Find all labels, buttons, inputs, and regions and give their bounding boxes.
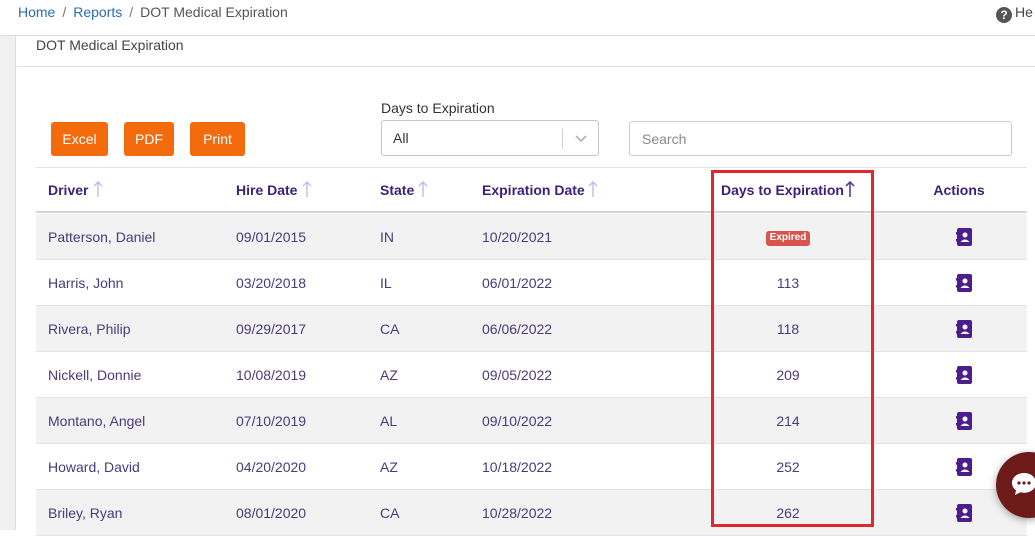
cell-hire-date: 04/20/2020 (236, 459, 307, 475)
days-filter-label: Days to Expiration (381, 100, 495, 116)
panel-title: DOT Medical Expiration (36, 37, 184, 53)
days-filter-value: All (393, 130, 409, 146)
cell-driver: Nickell, Donnie (48, 367, 142, 383)
table-row: Rivera, Philip 09/29/2017 CA 06/06/2022 … (36, 306, 1027, 352)
select-divider (562, 129, 563, 149)
contact-card-icon[interactable] (956, 504, 972, 522)
cell-expiration-date: 09/10/2022 (482, 413, 553, 429)
cell-expiration-date: 06/06/2022 (482, 321, 553, 337)
breadcrumb-separator: / (62, 4, 67, 20)
sort-arrow-up-icon (93, 181, 103, 197)
table-row: Montano, Angel 07/10/2019 AL 09/10/2022 … (36, 398, 1027, 444)
cell-state: CA (380, 321, 400, 337)
column-header-actions: Actions (924, 168, 994, 212)
contact-card-icon[interactable] (956, 366, 972, 384)
contact-card-icon[interactable] (956, 320, 972, 338)
column-header-label: State (380, 182, 415, 198)
breadcrumb-reports-link[interactable]: Reports (73, 4, 122, 20)
cell-hire-date: 07/10/2019 (236, 413, 307, 429)
cell-state: AL (380, 413, 398, 429)
sort-arrow-up-icon (588, 181, 598, 197)
contact-card-icon[interactable] (956, 228, 972, 246)
expired-badge: Expired (765, 230, 811, 246)
cell-days-to-expiration: 262 (776, 505, 800, 521)
cell-driver: Rivera, Philip (48, 321, 131, 337)
cell-state: AZ (380, 367, 398, 383)
sort-arrow-up-icon (302, 181, 312, 197)
cell-expiration-date: 10/28/2022 (482, 505, 553, 521)
table-row: Nickell, Donnie 10/08/2019 AZ 09/05/2022… (36, 352, 1027, 398)
column-header-days-to-expiration[interactable]: Days to Expiration (721, 168, 844, 212)
cell-driver: Howard, David (48, 459, 140, 475)
table-row: Harris, John 03/20/2018 IL 06/01/2022 11… (36, 260, 1027, 306)
column-header-label: Actions (933, 182, 985, 198)
cell-hire-date: 10/08/2019 (236, 367, 307, 383)
cell-expiration-date: 06/01/2022 (482, 275, 553, 291)
cell-days-to-expiration: 209 (776, 367, 800, 383)
pdf-export-button[interactable]: PDF (124, 122, 174, 156)
table-row: Patterson, Daniel 09/01/2015 IN 10/20/20… (36, 214, 1027, 260)
column-header-driver[interactable]: Driver (48, 168, 88, 212)
cell-days-to-expiration: Expired (714, 214, 862, 260)
breadcrumb-separator: / (129, 4, 134, 20)
table-row: Howard, David 04/20/2020 AZ 10/18/2022 2… (36, 444, 1027, 490)
panel-divider (17, 66, 1035, 67)
cell-driver: Briley, Ryan (48, 505, 123, 521)
column-header-expiration-date[interactable]: Expiration Date (482, 168, 585, 212)
table-header: Driver Hire Date State Expiration Date D… (36, 167, 1027, 213)
help-link[interactable]: ? He (996, 4, 1033, 23)
table-row: Briley, Ryan 08/01/2020 CA 10/28/2022 26… (36, 490, 1027, 536)
contact-card-icon[interactable] (956, 412, 972, 430)
search-input[interactable] (629, 121, 1012, 156)
cell-hire-date: 03/20/2018 (236, 275, 307, 291)
column-header-state[interactable]: State (380, 168, 414, 212)
cell-days-to-expiration: 113 (776, 275, 800, 291)
column-header-label: Hire Date (236, 182, 298, 198)
cell-state: IL (380, 275, 392, 291)
left-sidebar-edge (0, 36, 16, 530)
cell-days-to-expiration: 118 (776, 321, 800, 337)
cell-expiration-date: 10/20/2021 (482, 229, 553, 245)
days-filter-select[interactable]: All (381, 120, 599, 156)
question-circle-icon: ? (996, 7, 1012, 23)
cell-hire-date: 08/01/2020 (236, 505, 307, 521)
breadcrumb: Home / Reports / DOT Medical Expiration (18, 4, 288, 20)
cell-driver: Patterson, Daniel (48, 229, 156, 245)
cell-days-to-expiration: 214 (776, 413, 800, 429)
breadcrumb-home-link[interactable]: Home (18, 4, 55, 20)
cell-expiration-date: 09/05/2022 (482, 367, 553, 383)
cell-state: AZ (380, 459, 398, 475)
sort-arrow-up-icon (418, 181, 428, 197)
cell-hire-date: 09/01/2015 (236, 229, 307, 245)
cell-expiration-date: 10/18/2022 (482, 459, 553, 475)
contact-card-icon[interactable] (956, 274, 972, 292)
chat-bubble-icon (1012, 473, 1035, 495)
cell-state: CA (380, 505, 400, 521)
top-bar: Home / Reports / DOT Medical Expiration ? He (0, 0, 1035, 36)
chevron-down-icon (575, 135, 587, 143)
cell-driver: Montano, Angel (48, 413, 146, 429)
contact-card-icon[interactable] (956, 458, 972, 476)
sort-arrow-up-icon (845, 180, 855, 197)
column-header-hire-date[interactable]: Hire Date (236, 168, 297, 212)
cell-driver: Harris, John (48, 275, 124, 291)
column-header-label: Driver (48, 182, 89, 198)
cell-hire-date: 09/29/2017 (236, 321, 307, 337)
excel-export-button[interactable]: Excel (51, 122, 108, 156)
column-header-label: Expiration Date (482, 182, 585, 198)
column-header-label: Days to Expiration (721, 182, 844, 198)
breadcrumb-current: DOT Medical Expiration (140, 4, 288, 20)
cell-days-to-expiration: 252 (776, 459, 800, 475)
print-button[interactable]: Print (190, 122, 245, 156)
help-label: He (1015, 4, 1033, 20)
cell-state: IN (380, 229, 394, 245)
